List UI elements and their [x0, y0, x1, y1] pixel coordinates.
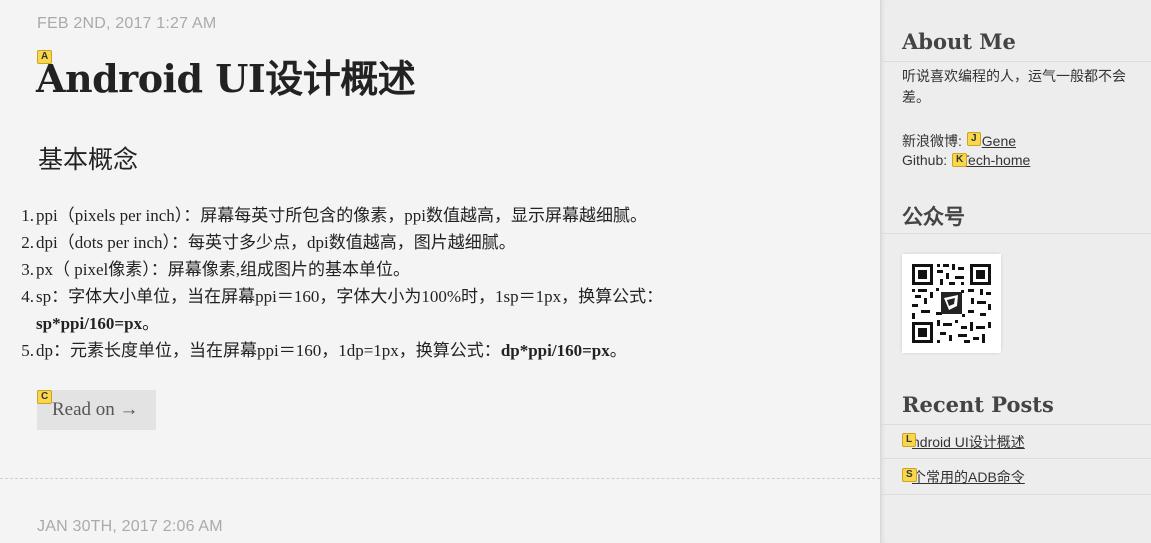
list-rule [881, 494, 1151, 495]
heading-rule [881, 424, 1151, 425]
concept-list: 1. ppi（pixels per inch）：屏幕每英寸所包含的像素，ppi数… [21, 202, 736, 364]
list-item: 1. ppi（pixels per inch）：屏幕每英寸所包含的像素，ppi数… [21, 202, 736, 229]
list-item-text: ppi（pixels per inch）：屏幕每英寸所包含的像素，ppi数值越高… [36, 206, 648, 225]
section-heading: 基本概念 [38, 145, 139, 174]
sidebar: About Me 听说喜欢编程的人，运气一般都不会差。 新浪微博: Gene J… [880, 0, 1151, 543]
heading-rule [881, 233, 1151, 234]
list-item-number: 5. [21, 341, 34, 360]
link-hint-badge: L [902, 433, 917, 447]
recent-post-item: ndroid UI设计概述 [902, 432, 1025, 452]
link-hint-badge: K [952, 153, 968, 167]
list-item-text: dp：元素长度单位，当在屏幕ppi＝160，1dp=1px，换算公式： [36, 341, 501, 360]
post-divider [0, 478, 880, 479]
list-rule [881, 458, 1151, 459]
list-item: 2. dpi（dots per inch）：每英寸多少点，dpi数值越高，图片越… [21, 229, 736, 256]
weibo-row: 新浪微博: Gene [902, 131, 1016, 151]
list-item-tail: 。 [142, 314, 160, 333]
list-item-number: 3. [21, 260, 34, 279]
link-hint-badge: A [37, 50, 53, 64]
main-content: FEB 2ND, 2017 1:27 AM A Android UI设计概述 基… [0, 0, 880, 543]
list-item-text: sp：字体大小单位，当在屏幕ppi＝160，字体大小为100%时，1sp＝1px… [36, 287, 664, 306]
about-text: 听说喜欢编程的人，运气一般都不会差。 [902, 68, 1126, 105]
post-title: Android UI设计概述 [36, 48, 416, 103]
github-link[interactable]: Tech-home [961, 152, 1030, 168]
list-item-text: dpi（dots per inch）：每英寸多少点，dpi数值越高，图片越细腻。 [36, 233, 516, 252]
formula-text: dp*ppi/160=px [500, 341, 610, 360]
heading-rule [881, 61, 1151, 62]
list-item-tail: 。 [609, 341, 627, 360]
recent-posts-heading: Recent Posts [902, 392, 1054, 417]
wechat-heading: 公众号 [902, 204, 965, 229]
formula-text: sp*ppi/160=px [36, 314, 143, 333]
recent-post-item: 个常用的ADB命令 [902, 467, 1025, 487]
about-heading: About Me [902, 29, 1016, 54]
qr-code [902, 254, 1001, 353]
link-hint-badge: C [37, 390, 53, 404]
list-item: 5. dp：元素长度单位，当在屏幕ppi＝160，1dp=1px，换算公式：dp… [21, 337, 736, 364]
link-hint-badge: S [902, 468, 917, 482]
read-on-button[interactable]: Read on → [37, 390, 156, 430]
list-item-number: 2. [21, 233, 34, 252]
list-item: 4. sp：字体大小单位，当在屏幕ppi＝160，字体大小为100%时，1sp＝… [21, 283, 701, 337]
qr-code-icon [902, 254, 1001, 353]
list-item-number: 1. [21, 206, 34, 225]
weibo-link[interactable]: Gene [982, 133, 1016, 149]
recent-post-link[interactable]: ndroid UI设计概述 [912, 434, 1025, 450]
recent-post-link[interactable]: 个常用的ADB命令 [912, 469, 1025, 485]
list-item-number: 4. [21, 287, 34, 306]
post-title-link[interactable]: Android UI设计概述 [36, 56, 416, 101]
weibo-label: 新浪微博: [902, 133, 966, 149]
post-date: JAN 30TH, 2017 2:06 AM [37, 518, 223, 535]
link-hint-badge: J [967, 132, 981, 146]
list-item: 3. px（ pixel像素）：屏幕像素,组成图片的基本单位。 [21, 256, 736, 283]
list-item-text: px（ pixel像素）：屏幕像素,组成图片的基本单位。 [36, 260, 410, 279]
post-date: FEB 2ND, 2017 1:27 AM [37, 15, 217, 32]
github-label: Github: [902, 152, 952, 168]
